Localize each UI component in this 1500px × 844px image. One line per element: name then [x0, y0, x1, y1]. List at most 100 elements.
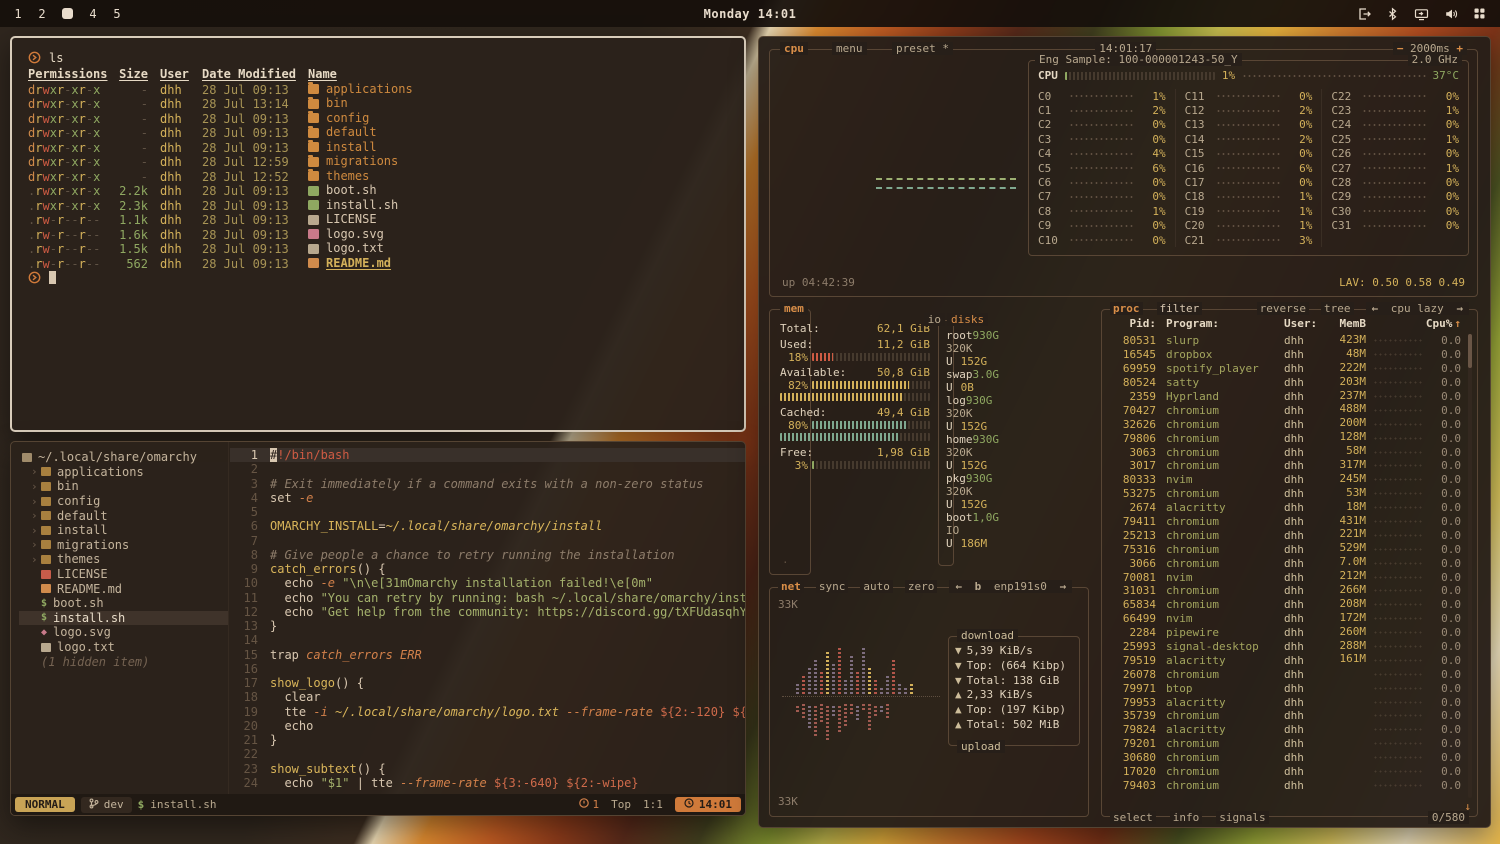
tree-item[interactable]: › migrations — [19, 538, 228, 553]
process-scrollbar[interactable] — [1468, 334, 1472, 798]
process-row[interactable]: 66499 nvim dhh 53M 0.0 — [1110, 612, 1461, 626]
process-row[interactable]: 30680 chromium dhh 260M 0.0 — [1110, 751, 1461, 765]
proc-select-button[interactable]: select — [1110, 811, 1156, 824]
process-row[interactable]: 53275 chromium dhh 222M 0.0 — [1110, 487, 1461, 501]
process-user: dhh — [1284, 723, 1324, 736]
upload-arrow-icon: ▲ — [955, 718, 962, 733]
tree-item[interactable]: ◆ logo.svg — [19, 625, 228, 640]
tree-item[interactable]: README.md — [19, 581, 228, 596]
process-row[interactable]: 69959 spotify_player dhh 79M 0.0 — [1110, 362, 1461, 376]
tree-item[interactable]: ~/.local/share/omarchy — [19, 450, 228, 465]
process-cpu-percent: 0.0 — [1431, 640, 1461, 653]
tree-item-label: LICENSE — [57, 567, 108, 581]
process-row[interactable]: 79411 chromium dhh 237M 0.0 — [1110, 515, 1461, 529]
process-row[interactable]: 25213 chromium dhh 488M 0.0 — [1110, 528, 1461, 542]
cpu-panel-title[interactable]: cpu — [780, 42, 808, 55]
proc-reverse-toggle[interactable]: reverse — [1257, 302, 1309, 315]
disks-title[interactable]: disks — [947, 313, 988, 326]
interval-decrease-button[interactable]: − — [1397, 42, 1404, 55]
editor-window[interactable]: ~/.local/share/omarchy › applications › … — [10, 441, 746, 816]
core-percent: 0% — [1139, 176, 1166, 189]
process-row[interactable]: 17020 chromium dhh 288M 0.0 — [1110, 765, 1461, 779]
workspace-button[interactable]: 4 — [89, 7, 97, 21]
tree-item[interactable]: (1 hidden item) — [19, 654, 228, 669]
proc-filter-button[interactable]: filter — [1157, 302, 1203, 315]
menu-button[interactable]: menu — [832, 42, 867, 55]
process-row[interactable]: 16545 dropbox dhh 423M 0.0 — [1110, 348, 1461, 362]
process-row[interactable]: 80531 slurp dhh 87M 0.0 — [1110, 334, 1461, 348]
process-row[interactable]: 32626 chromium dhh 440M 0.0 — [1110, 417, 1461, 431]
process-row[interactable]: 26078 chromium dhh 529M 0.0 — [1110, 667, 1461, 681]
process-row[interactable]: 3066 chromium dhh 128M 0.0 — [1110, 556, 1461, 570]
preset-button[interactable]: preset * — [892, 42, 953, 55]
btop-window[interactable]: cpu menu preset * 14:01:17 − 2000ms + En… — [758, 36, 1491, 828]
proc-tree-toggle[interactable]: tree — [1321, 302, 1354, 315]
workspace-button[interactable]: 5 — [113, 7, 121, 21]
header-program[interactable]: Program: — [1166, 317, 1284, 330]
terminal-window[interactable]: ls Permissions Size User Date Modified N… — [10, 36, 746, 432]
process-row[interactable]: 80333 nvim dhh 48M 0.0 — [1110, 473, 1461, 487]
workspace-button[interactable]: 2 — [38, 7, 46, 21]
net-sync-toggle[interactable]: sync — [816, 580, 849, 593]
process-row[interactable]: 79201 chromium dhh 172M 0.0 — [1110, 737, 1461, 751]
process-row[interactable]: 2674 alacritty dhh 203M 0.0 — [1110, 501, 1461, 515]
process-row[interactable]: 70081 nvim dhh 58M 0.0 — [1110, 570, 1461, 584]
process-row[interactable]: 70427 chromium dhh 228M 0.0 — [1110, 403, 1461, 417]
screencast-icon[interactable] — [1414, 7, 1429, 21]
tree-item[interactable]: $ install.sh — [19, 611, 228, 626]
net-auto-toggle[interactable]: auto — [860, 580, 893, 593]
workspace-button[interactable]: 3 — [62, 8, 73, 19]
tree-item[interactable]: › applications — [19, 465, 228, 480]
process-row[interactable]: 79824 alacritty dhh 208M 0.0 — [1110, 723, 1461, 737]
apps-grid-icon[interactable] — [1473, 7, 1486, 20]
io-toggle[interactable]: io — [924, 313, 945, 326]
process-row[interactable]: 79953 alacritty dhh 212M 0.0 — [1110, 695, 1461, 709]
proc-panel-title[interactable]: proc — [1110, 302, 1143, 315]
memory-stat-bar — [812, 421, 930, 429]
process-row[interactable]: 31031 chromium dhh 317M 0.0 — [1110, 584, 1461, 598]
process-row[interactable]: 79806 chromium dhh 202M 0.0 — [1110, 431, 1461, 445]
proc-info-button[interactable]: info — [1170, 811, 1203, 824]
tree-item[interactable]: LICENSE — [19, 567, 228, 582]
process-row[interactable]: 79403 chromium dhh 161M 0.0 — [1110, 779, 1461, 793]
process-name: chromium — [1166, 459, 1284, 472]
process-user: dhh — [1284, 737, 1324, 750]
header-memory[interactable]: MemB — [1324, 317, 1366, 330]
tree-item[interactable]: › themes — [19, 552, 228, 567]
logout-icon[interactable] — [1357, 7, 1371, 21]
line-number: 4 — [230, 491, 258, 505]
prompt-line[interactable] — [28, 270, 728, 285]
process-row[interactable]: 65834 chromium dhh 245M 0.0 — [1110, 598, 1461, 612]
workspace-button[interactable]: 1 — [14, 7, 22, 21]
tree-item[interactable]: logo.txt — [19, 640, 228, 655]
header-pid[interactable]: Pid: — [1110, 317, 1156, 330]
proc-signals-button[interactable]: signals — [1216, 811, 1268, 824]
proc-sort-selector[interactable]: ← cpu lazy → — [1366, 302, 1469, 315]
tree-item[interactable]: › default — [19, 508, 228, 523]
tree-item[interactable]: $ boot.sh — [19, 596, 228, 611]
editor-buffer[interactable]: 1 #!/bin/bash 2 3 # Exit immediately if … — [230, 442, 745, 794]
process-row[interactable]: 35739 chromium dhh 266M 0.0 — [1110, 709, 1461, 723]
net-zero-toggle[interactable]: zero — [905, 580, 938, 593]
process-row[interactable]: 75316 chromium dhh 200M 0.0 — [1110, 542, 1461, 556]
mem-panel-title[interactable]: mem — [780, 302, 808, 315]
tree-item-label: logo.txt — [57, 640, 115, 654]
tree-item[interactable]: › bin — [19, 479, 228, 494]
net-interface-selector[interactable]: ← b enp191s0 → — [949, 580, 1072, 593]
process-row[interactable]: 80524 satty dhh 23M 0.0 — [1110, 376, 1461, 390]
tree-item[interactable]: › install — [19, 523, 228, 538]
volume-icon[interactable] — [1444, 7, 1458, 21]
header-user[interactable]: User: — [1284, 317, 1324, 330]
process-row[interactable]: 2284 pipewire dhh 18M 0.0 — [1110, 626, 1461, 640]
process-row[interactable]: 79519 alacritty dhh 221M 0.0 — [1110, 653, 1461, 667]
process-row[interactable]: 3063 chromium dhh 473M 0.0 — [1110, 445, 1461, 459]
header-cpu[interactable]: Cpu% — [1422, 317, 1452, 330]
process-row[interactable]: 2359 Hyprland dhh 352M 0.0 — [1110, 390, 1461, 404]
process-row[interactable]: 79971 btop dhh 7.0M 0.0 — [1110, 681, 1461, 695]
process-row[interactable]: 25993 signal-desktop dhh 431M 0.0 — [1110, 640, 1461, 654]
net-panel-title[interactable]: net — [778, 580, 804, 593]
process-row[interactable]: 3017 chromium dhh 423M 0.0 — [1110, 459, 1461, 473]
tree-item[interactable]: › config — [19, 494, 228, 509]
graph-bar — [814, 704, 817, 736]
bluetooth-icon[interactable] — [1386, 7, 1399, 21]
